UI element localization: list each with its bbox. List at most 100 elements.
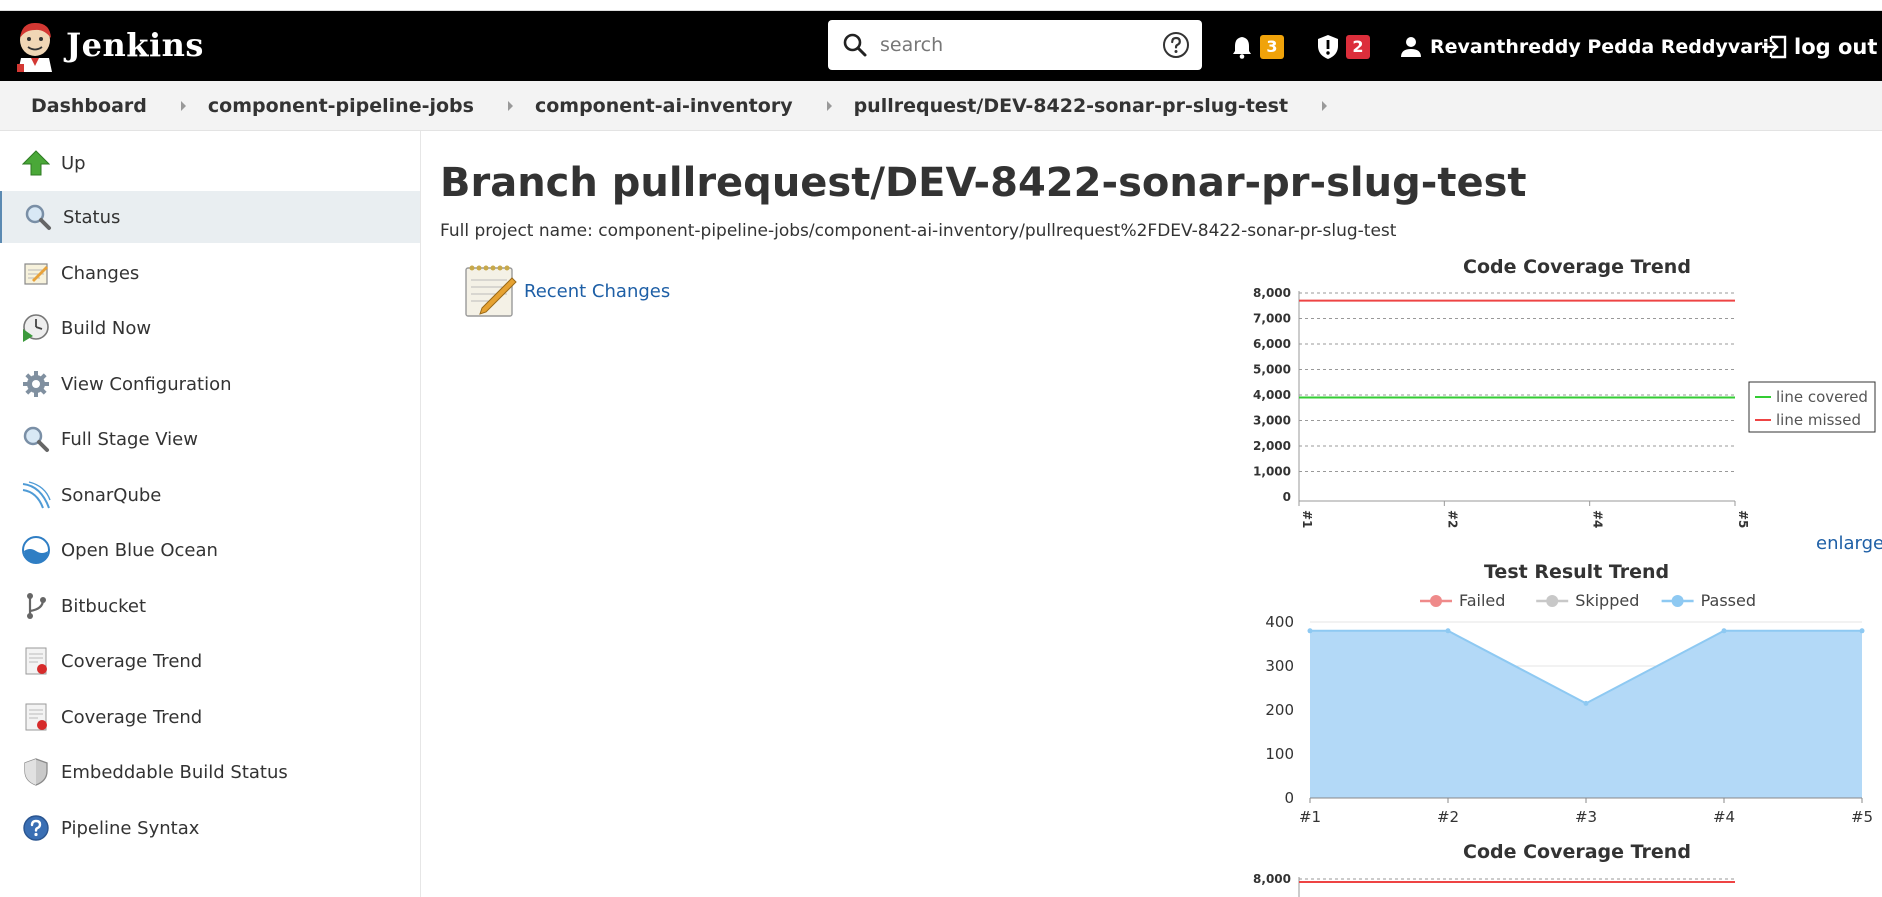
test-result-trend-chart[interactable]: Failed Skipped Passed 0 100 200 300 400 #1 #2 #3 #4…	[1250, 586, 1882, 828]
security-button[interactable]: 2	[1316, 33, 1370, 61]
code-coverage-trend-chart[interactable]: 0 1,000 2,000 3,000 4,000 5,000 6,000 7,000 8,00…	[1250, 282, 1882, 532]
brand-title[interactable]: Jenkins	[66, 26, 204, 64]
x-tick-label: #4	[1591, 510, 1605, 528]
sidebar: Up Status Changes Build Now View Configu…	[0, 131, 421, 897]
page-title: Branch pullrequest/DEV-8422-sonar-pr-slu…	[440, 160, 1527, 206]
sidebar-item-label: SonarQube	[61, 484, 162, 506]
y-tick-label: 2,000	[1253, 439, 1291, 453]
user-name: Revanthreddy Pedda Reddyvari	[1430, 36, 1769, 58]
logout-button[interactable]: log out	[1760, 33, 1877, 61]
sidebar-item-open-blue-ocean[interactable]: Open Blue Ocean	[0, 524, 420, 576]
security-badge: 2	[1346, 35, 1370, 59]
notepad-icon[interactable]	[462, 262, 518, 320]
passed-area	[1310, 630, 1862, 798]
x-tick-label: #2	[1445, 510, 1459, 528]
y-tick-label: 8,000	[1253, 872, 1291, 886]
gear-icon	[20, 368, 52, 400]
notifications-badge: 3	[1260, 35, 1284, 59]
y-tick-label: 1,000	[1253, 465, 1291, 479]
up-arrow-icon	[20, 147, 52, 179]
sidebar-item-label: Pipeline Syntax	[61, 817, 200, 839]
search-box[interactable]	[828, 20, 1202, 70]
sidebar-item-label: Up	[61, 152, 86, 174]
y-tick-label: 0	[1283, 490, 1291, 504]
y-tick-label: 7,000	[1253, 312, 1291, 326]
logout-icon	[1762, 35, 1787, 59]
y-tick-label: 4,000	[1253, 388, 1291, 402]
sidebar-item-full-stage-view[interactable]: Full Stage View	[0, 413, 420, 465]
sidebar-item-bitbucket[interactable]: Bitbucket	[0, 580, 420, 632]
shield-icon	[20, 756, 52, 788]
x-tick-label: #1	[1300, 510, 1314, 528]
y-tick-label: 400	[1265, 613, 1294, 631]
build-now-icon	[20, 312, 52, 344]
x-tick-label: #3	[1575, 808, 1597, 826]
bitbucket-icon	[20, 590, 52, 622]
sidebar-item-label: Status	[63, 206, 121, 228]
sonarqube-icon	[20, 479, 52, 511]
y-tick-label: 200	[1265, 701, 1294, 719]
legend-label: line missed	[1776, 411, 1861, 429]
magnifier-icon	[20, 423, 52, 455]
blue-ocean-icon	[20, 534, 52, 566]
sidebar-item-coverage-trend[interactable]: Coverage Trend	[0, 635, 420, 687]
sidebar-item-sonarqube[interactable]: SonarQube	[0, 469, 420, 521]
logout-label: log out	[1794, 35, 1878, 59]
legend-marker	[1546, 595, 1559, 607]
sidebar-item-label: Open Blue Ocean	[61, 539, 218, 561]
coverage-report-icon	[20, 701, 52, 733]
sidebar-item-embeddable-build-status[interactable]: Embeddable Build Status	[0, 746, 420, 798]
chart-title: Test Result Trend	[1484, 561, 1670, 583]
x-tick-label: #5	[1851, 808, 1873, 826]
breadcrumb-dashboard[interactable]: Dashboard	[31, 95, 147, 117]
jenkins-logo[interactable]	[14, 20, 56, 72]
breadcrumb: Dashboard component-pipeline-jobs compon…	[0, 81, 1882, 131]
breadcrumb-chevron-icon[interactable]	[507, 100, 513, 111]
y-tick-label: 300	[1265, 657, 1294, 675]
sidebar-item-label: Coverage Trend	[61, 650, 203, 672]
code-coverage-trend-chart[interactable]: 8,000	[1250, 868, 1882, 897]
coverage-report-icon	[20, 645, 52, 677]
passed-point	[1859, 628, 1865, 634]
sidebar-item-build-now[interactable]: Build Now	[0, 302, 420, 354]
sidebar-item-label: Coverage Trend	[61, 706, 203, 728]
breadcrumb-component-ai-inventory[interactable]: component-ai-inventory	[535, 95, 793, 117]
user-icon	[1401, 37, 1421, 57]
sidebar-item-label: Changes	[61, 262, 140, 284]
legend-label: Failed	[1459, 591, 1505, 610]
notifications-button[interactable]: 3	[1230, 33, 1284, 61]
bell-icon	[1233, 37, 1251, 59]
passed-point	[1583, 700, 1589, 706]
legend-marker	[1671, 595, 1684, 607]
sidebar-item-pipeline-syntax[interactable]: Pipeline Syntax	[0, 802, 420, 854]
full-project-name: Full project name: component-pipeline-jo…	[440, 221, 1397, 241]
y-tick-label: 5,000	[1253, 363, 1291, 377]
window-top-strip	[0, 0, 1882, 11]
sidebar-item-coverage-trend[interactable]: Coverage Trend	[0, 691, 420, 743]
x-tick-label: #2	[1437, 808, 1459, 826]
enlarge-link[interactable]: enlarge	[1816, 533, 1882, 554]
breadcrumb-chevron-icon[interactable]	[1322, 100, 1328, 111]
help-icon[interactable]	[1162, 31, 1190, 59]
sidebar-item-view-configuration[interactable]: View Configuration	[0, 358, 420, 410]
breadcrumb-branch[interactable]: pullrequest/DEV-8422-sonar-pr-slug-test	[854, 95, 1289, 117]
x-tick-label: #4	[1713, 808, 1735, 826]
page-header: Jenkins 3 2 Revanthreddy	[0, 11, 1882, 81]
user-menu[interactable]: Revanthreddy Pedda Reddyvari	[1400, 33, 1769, 61]
legend-label: Passed	[1701, 591, 1756, 610]
breadcrumb-component-pipeline-jobs[interactable]: component-pipeline-jobs	[208, 95, 474, 117]
breadcrumb-chevron-icon[interactable]	[826, 100, 832, 111]
search-icon	[843, 33, 867, 57]
sidebar-item-changes[interactable]: Changes	[0, 247, 420, 299]
breadcrumb-chevron-icon[interactable]	[180, 100, 186, 111]
x-tick-label: #5	[1736, 510, 1750, 528]
question-icon	[20, 812, 52, 844]
sidebar-item-up[interactable]: Up	[0, 137, 420, 189]
y-tick-label: 8,000	[1253, 286, 1291, 300]
chart-title: Code Coverage Trend	[1463, 256, 1691, 278]
sidebar-item-label: View Configuration	[61, 373, 232, 395]
sidebar-item-status[interactable]: Status	[0, 191, 420, 243]
recent-changes-link[interactable]: Recent Changes	[524, 281, 670, 302]
recent-changes: Recent Changes	[462, 262, 670, 320]
search-input[interactable]	[880, 30, 1130, 60]
